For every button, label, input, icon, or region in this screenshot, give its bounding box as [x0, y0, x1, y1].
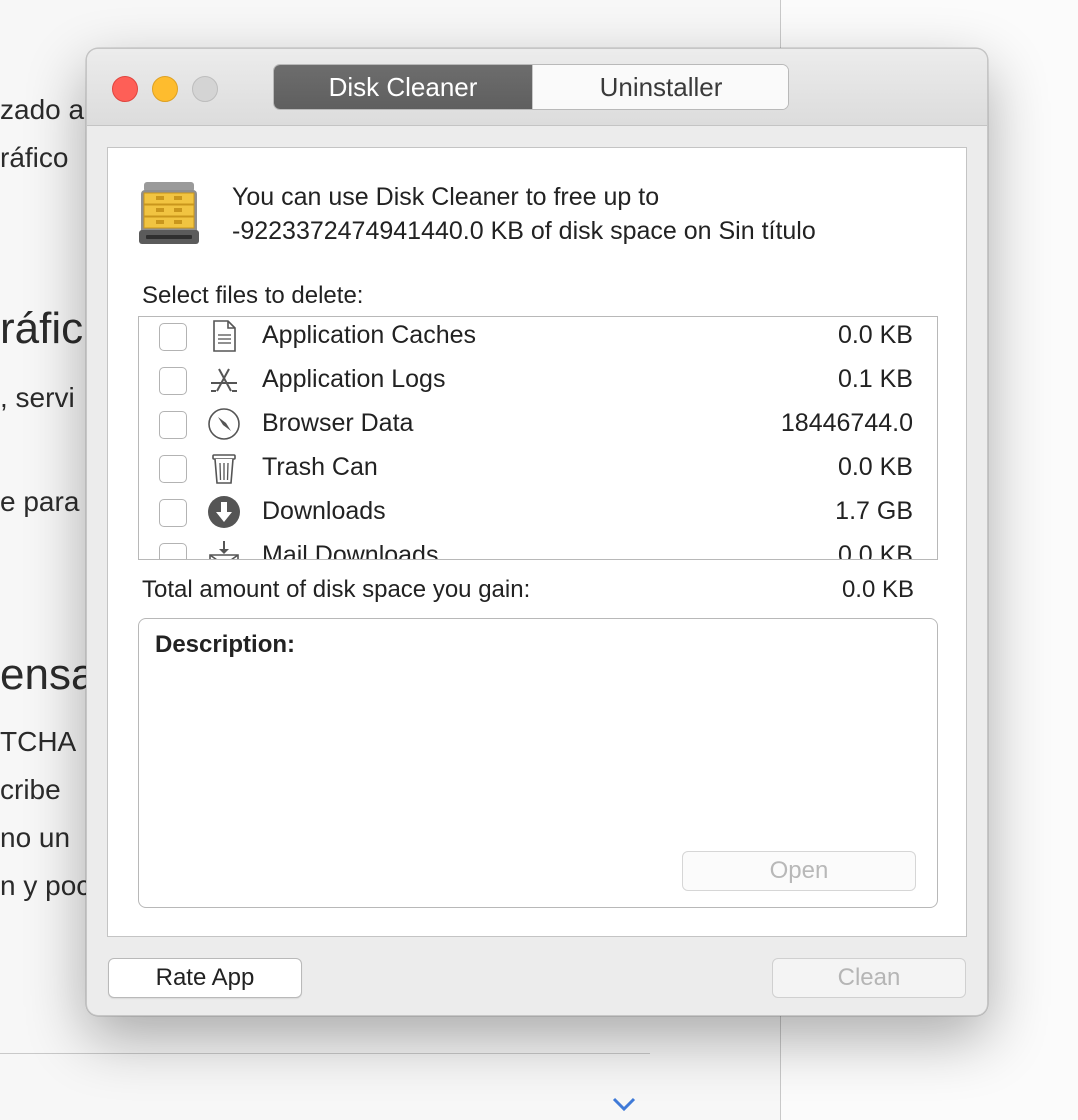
disk-cleaner-app-icon — [139, 182, 199, 244]
chevron-down-icon[interactable] — [612, 1096, 636, 1112]
item-size: 18446744.0 — [780, 409, 913, 437]
item-label: Trash Can — [262, 453, 378, 481]
tab-uninstaller[interactable]: Uninstaller — [532, 65, 788, 109]
total-gain-value: 0.0 KB — [841, 576, 914, 603]
minimize-window-button[interactable] — [152, 76, 178, 102]
description-title: Description: — [155, 631, 296, 658]
checkbox[interactable] — [159, 455, 187, 483]
item-label: Application Caches — [262, 321, 477, 349]
description-panel: Description: Open — [138, 618, 938, 908]
tab-disk-cleaner[interactable]: Disk Cleaner — [274, 65, 532, 109]
item-label: Downloads — [262, 497, 386, 525]
list-item[interactable]: Browser Data 18446744.0 — [139, 405, 937, 449]
list-item[interactable]: Application Caches 0.0 KB — [139, 317, 937, 361]
list-item[interactable]: Mail Downloads 0.0 KB — [139, 537, 937, 560]
clean-button[interactable]: Clean — [772, 958, 966, 998]
item-label: Mail Downloads — [262, 541, 439, 560]
item-size: 0.1 KB — [837, 365, 913, 393]
background-text: , servi — [0, 382, 75, 413]
background-text: no un — [0, 822, 71, 853]
item-size: 0.0 KB — [837, 453, 913, 481]
item-label: Application Logs — [262, 365, 446, 393]
file-category-list[interactable]: Application Caches 0.0 KB Application Lo… — [138, 316, 938, 560]
mode-segmented-control: Disk Cleaner Uninstaller — [273, 64, 789, 110]
item-size: 1.7 GB — [835, 497, 913, 525]
checkbox[interactable] — [159, 543, 187, 559]
title-bar: Disk Cleaner Uninstaller — [87, 49, 987, 126]
item-size: 0.0 KB — [837, 541, 913, 560]
background-heading: ráfic — [0, 304, 84, 353]
mail-download-icon — [209, 541, 239, 559]
background-text: zado a — [0, 94, 85, 125]
zoom-window-button — [192, 76, 218, 102]
background-text: n y poc — [0, 870, 91, 901]
item-size: 0.0 KB — [837, 321, 913, 349]
list-item[interactable]: Downloads 1.7 GB — [139, 493, 937, 537]
checkbox[interactable] — [159, 499, 187, 527]
info-line-2: -9223372474941440.0 KB of disk space on … — [232, 217, 816, 245]
checkbox[interactable] — [159, 323, 187, 351]
background-text: ráfico — [0, 142, 69, 173]
background-text: e para — [0, 486, 80, 517]
select-files-label: Select files to delete: — [142, 282, 364, 309]
list-item[interactable]: Application Logs 0.1 KB — [139, 361, 937, 405]
item-label: Browser Data — [262, 409, 414, 437]
download-icon — [208, 496, 240, 528]
open-button[interactable]: Open — [682, 851, 916, 891]
disk-cleaner-window: Disk Cleaner Uninstaller You can use Dis… — [86, 48, 988, 1016]
checkbox[interactable] — [159, 367, 187, 395]
rate-app-button[interactable]: Rate App — [108, 958, 302, 998]
compass-icon — [208, 408, 240, 440]
close-window-button[interactable] — [112, 76, 138, 102]
trash-icon — [212, 454, 236, 484]
background-rule — [0, 1053, 650, 1054]
cleaner-panel: You can use Disk Cleaner to free up to -… — [107, 147, 967, 937]
background-heading: ensa — [0, 650, 96, 699]
total-gain-label: Total amount of disk space you gain: — [142, 576, 531, 603]
checkbox[interactable] — [159, 411, 187, 439]
info-line-1: You can use Disk Cleaner to free up to — [232, 183, 660, 211]
document-icon — [213, 320, 236, 352]
info-message: You can use Disk Cleaner to free up to -… — [232, 180, 816, 248]
background-text: cribe — [0, 774, 61, 805]
list-item[interactable]: Trash Can 0.0 KB — [139, 449, 937, 493]
background-text: TCHA — [0, 726, 77, 757]
app-store-icon — [211, 368, 237, 392]
